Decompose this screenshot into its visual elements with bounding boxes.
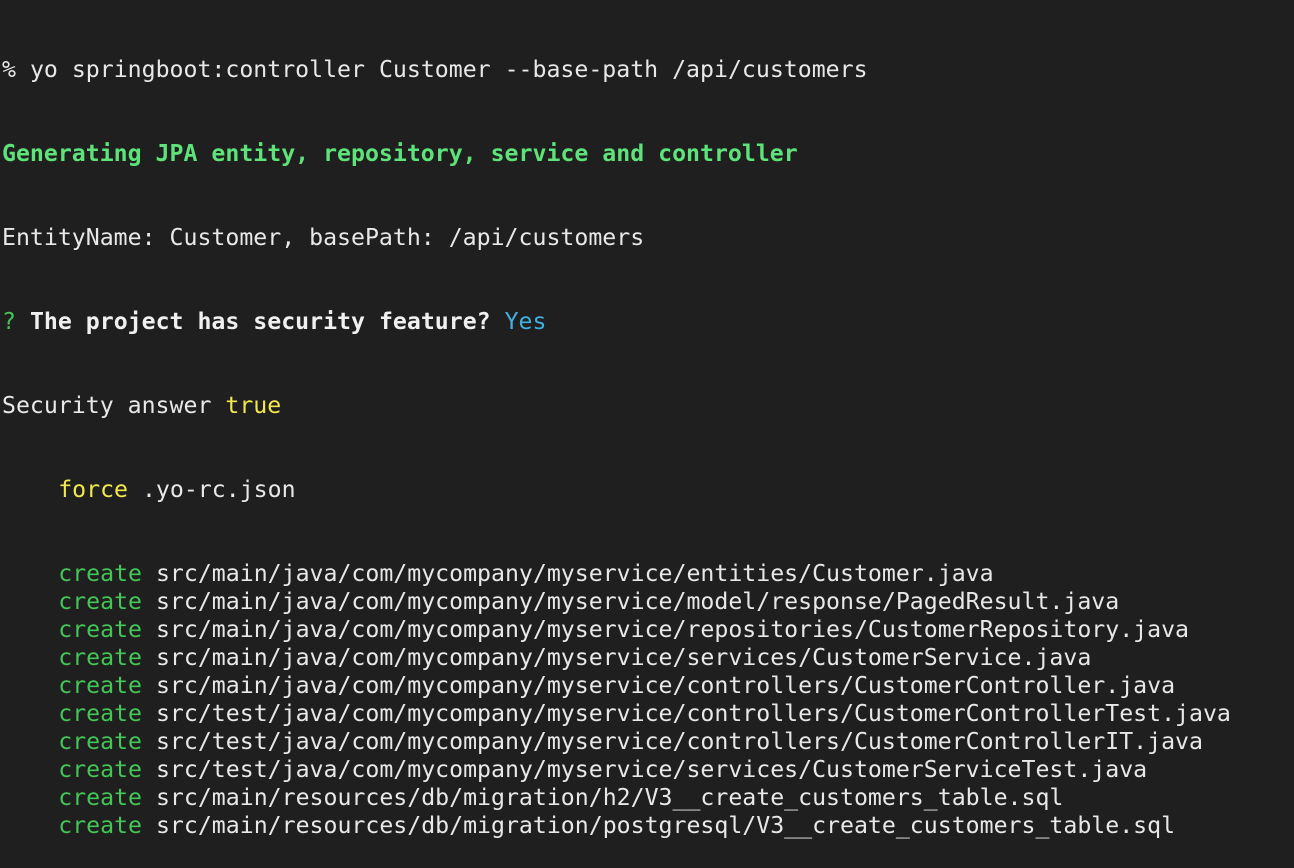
security-answer-choice: Yes	[504, 308, 547, 335]
command-text: yo springboot:controller Customer --base…	[29, 56, 868, 83]
terminal-window[interactable]: % yo springboot:controller Customer --ba…	[0, 0, 1294, 839]
generating-message: Generating JPA entity, repository, servi…	[2, 140, 798, 167]
created-file-line: create src/main/java/com/mycompany/myser…	[2, 616, 1294, 644]
create-op: create	[58, 784, 142, 811]
created-file-path: src/main/java/com/mycompany/myservice/mo…	[155, 588, 1120, 615]
created-file-path: src/test/java/com/mycompany/myservice/se…	[155, 756, 1148, 783]
created-files-list: create src/main/java/com/mycompany/myser…	[2, 560, 1294, 840]
create-op: create	[58, 672, 142, 699]
command-line: % yo springboot:controller Customer --ba…	[2, 56, 1294, 84]
created-file-path: src/test/java/com/mycompany/myservice/co…	[155, 728, 1203, 755]
created-file-line: create src/main/resources/db/migration/p…	[2, 812, 1294, 840]
created-file-path: src/main/resources/db/migration/postgres…	[155, 812, 1176, 839]
create-op: create	[58, 616, 142, 643]
security-question: The project has security feature?	[29, 308, 491, 335]
entity-info: EntityName: Customer, basePath: /api/cus…	[2, 224, 645, 251]
created-file-line: create src/main/resources/db/migration/h…	[2, 784, 1294, 812]
create-op: create	[58, 588, 142, 615]
create-op: create	[58, 812, 142, 839]
created-file-path: src/main/resources/db/migration/h2/V3__c…	[155, 784, 1064, 811]
created-file-line: create src/main/java/com/mycompany/myser…	[2, 672, 1294, 700]
create-op: create	[58, 644, 142, 671]
force-line: force .yo-rc.json	[2, 476, 1294, 504]
create-op: create	[58, 728, 142, 755]
prompt-symbol: %	[2, 56, 16, 83]
created-file-path: src/main/java/com/mycompany/myservice/re…	[155, 616, 1190, 643]
created-file-line: create src/main/java/com/mycompany/myser…	[2, 588, 1294, 616]
security-answer-label: Security answer	[2, 392, 212, 419]
created-file-path: src/main/java/com/mycompany/myservice/co…	[155, 672, 1176, 699]
created-file-path: src/test/java/com/mycompany/myservice/co…	[155, 700, 1231, 727]
force-op: force	[58, 476, 128, 503]
created-file-line: create src/test/java/com/mycompany/myser…	[2, 756, 1294, 784]
security-answer-value: true	[225, 392, 282, 419]
created-file-path: src/main/java/com/mycompany/myservice/se…	[155, 644, 1092, 671]
created-file-path: src/main/java/com/mycompany/myservice/en…	[155, 560, 994, 587]
security-question-line: ? The project has security feature? Yes	[2, 308, 1294, 336]
create-op: create	[58, 560, 142, 587]
created-file-line: create src/main/java/com/mycompany/myser…	[2, 560, 1294, 588]
created-file-line: create src/main/java/com/mycompany/myser…	[2, 644, 1294, 672]
force-file: .yo-rc.json	[141, 476, 296, 503]
create-op: create	[58, 756, 142, 783]
security-answer-line: Security answer true	[2, 392, 1294, 420]
created-file-line: create src/test/java/com/mycompany/myser…	[2, 700, 1294, 728]
question-mark: ?	[2, 308, 16, 335]
create-op: create	[58, 700, 142, 727]
created-file-line: create src/test/java/com/mycompany/myser…	[2, 728, 1294, 756]
